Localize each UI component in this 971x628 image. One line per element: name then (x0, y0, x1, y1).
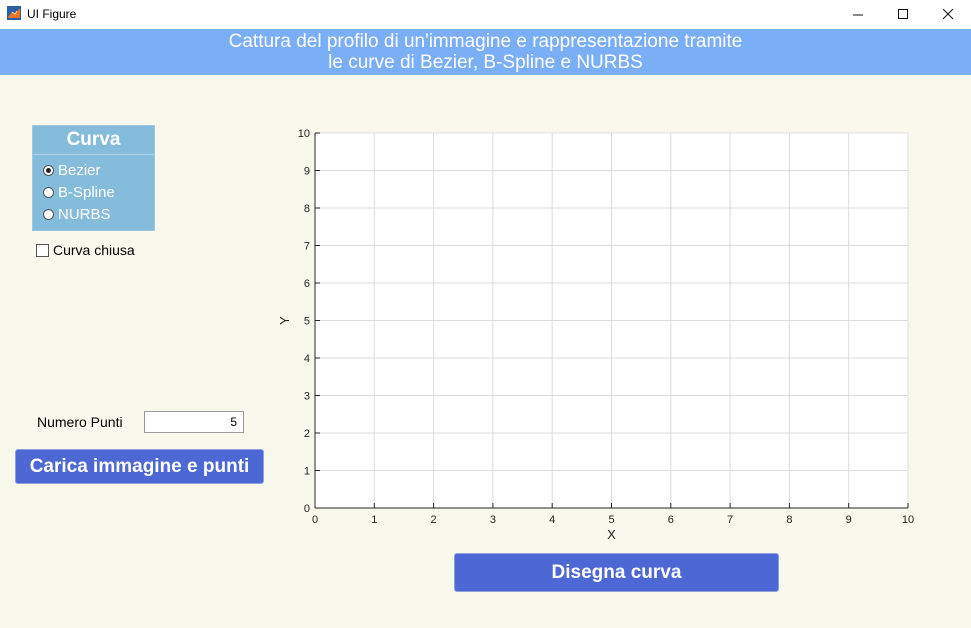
y-tick-label: 6 (304, 278, 310, 290)
x-tick-label: 7 (727, 514, 733, 526)
y-tick-label: 2 (304, 428, 310, 440)
x-tick-label: 1 (371, 514, 377, 526)
y-axis-label: Y (277, 316, 292, 325)
x-tick-label: 9 (846, 514, 852, 526)
x-axis-label: X (607, 527, 616, 542)
x-tick-label: 8 (786, 514, 792, 526)
curve-plot[interactable]: 0 1 2 3 4 5 6 7 8 9 10 0 1 2 3 4 5 6 7 8 9 10 X Y (0, 0, 971, 628)
y-tick-label: 8 (304, 203, 310, 215)
x-tick-label: 2 (431, 514, 437, 526)
y-tick-label: 5 (304, 316, 310, 328)
x-tick-label: 3 (490, 514, 496, 526)
x-tick-labels: 0 1 2 3 4 5 6 7 8 9 10 (312, 514, 914, 526)
x-tick-label: 4 (549, 514, 555, 526)
x-tick-label: 6 (668, 514, 674, 526)
y-tick-label: 7 (304, 241, 310, 253)
x-tick-label: 0 (312, 514, 318, 526)
y-tick-label: 9 (304, 166, 310, 178)
y-tick-label: 3 (304, 391, 310, 403)
x-tick-label: 10 (902, 514, 914, 526)
y-tick-label: 0 (304, 503, 310, 515)
y-tick-label: 1 (304, 466, 310, 478)
y-tick-label: 4 (304, 353, 310, 365)
y-tick-label: 10 (298, 128, 310, 140)
y-tick-labels: 0 1 2 3 4 5 6 7 8 9 10 (298, 128, 310, 515)
x-tick-label: 5 (608, 514, 614, 526)
